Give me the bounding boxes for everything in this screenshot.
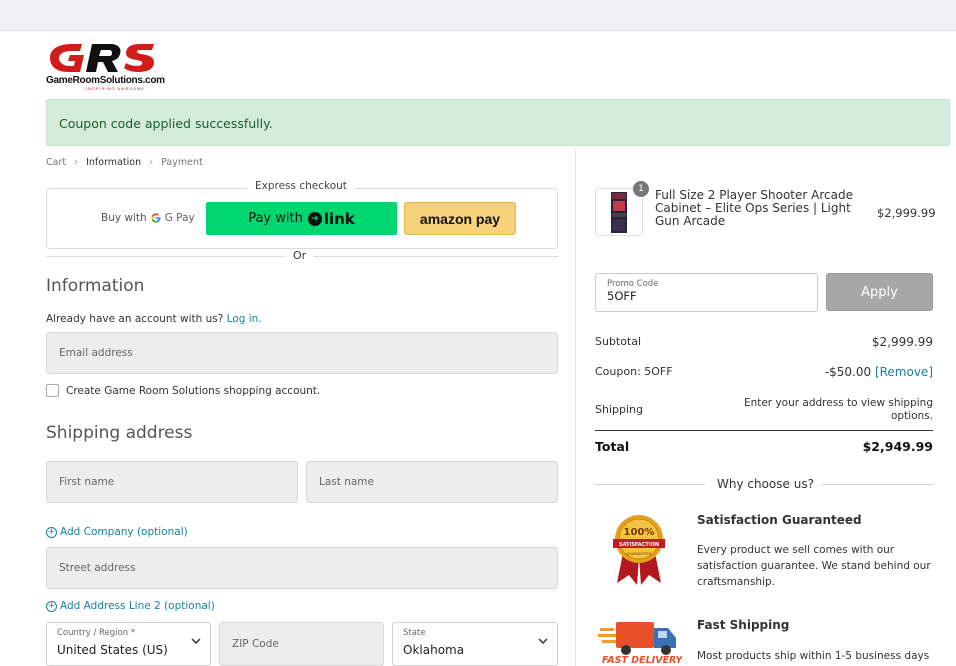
google-pay-button[interactable]: Buy with G Pay [101, 212, 195, 224]
express-checkout-legend: Express checkout [247, 180, 355, 192]
add-address-line2-link[interactable]: + Add Address Line 2 (optional) [46, 600, 215, 612]
create-account-label[interactable]: Create Game Room Solutions shopping acco… [66, 385, 320, 397]
coupon-label: Coupon: 5OFF [595, 365, 673, 378]
last-name-field[interactable]: Last name [306, 461, 558, 503]
first-name-field[interactable]: First name [46, 461, 298, 503]
remove-coupon-link[interactable]: [Remove] [875, 365, 933, 379]
why-choose-heading: Why choose us? [717, 477, 814, 491]
total-divider [595, 430, 933, 431]
coupon-success-alert: Coupon code applied successfully. [46, 99, 950, 146]
breadcrumb-cart[interactable]: Cart [46, 157, 66, 168]
email-placeholder: Email address [59, 347, 133, 359]
why-divider-left [595, 484, 705, 485]
amazon-pay-label: amazon pay [419, 210, 501, 227]
apply-promo-button[interactable]: Apply [826, 273, 933, 311]
add-line2-label: Add Address Line 2 (optional) [60, 600, 215, 612]
country-value: United States (US) [57, 643, 168, 657]
email-field[interactable]: Email address [46, 332, 558, 374]
chevron-down-icon [191, 638, 201, 645]
state-value: Oklahoma [403, 643, 465, 657]
promo-value: 5OFF [607, 289, 637, 303]
column-divider [575, 148, 576, 666]
badge-bottom-text: GUARANTEED [627, 552, 652, 556]
chevron-down-icon [538, 638, 548, 645]
coupon-amount: -$50.00 [Remove] [825, 365, 933, 379]
promo-code-input[interactable]: Promo Code 5OFF [595, 273, 818, 312]
gpay-prefix: Buy with [101, 212, 147, 224]
subtotal-row: Subtotal $2,999.99 [595, 335, 933, 349]
why-divider-right [822, 484, 933, 485]
country-select[interactable]: Country / Region * United States (US) [46, 622, 211, 666]
subtotal-label: Subtotal [595, 335, 642, 348]
zip-code-field[interactable]: ZIP Code [219, 622, 384, 666]
breadcrumb: Cart › Information › Payment [46, 157, 203, 168]
feature-desc-satisfaction: Every product we sell comes with our sat… [697, 544, 931, 588]
account-prompt: Already have an account with us? Log in. [46, 313, 262, 325]
amazon-pay-button[interactable]: amazon pay [404, 202, 516, 235]
chevron-right-icon: › [149, 157, 154, 168]
state-label: State [403, 628, 426, 638]
last-name-placeholder: Last name [319, 476, 374, 488]
product-price: $2,999.99 [877, 206, 936, 220]
create-account-checkbox[interactable] [46, 384, 59, 397]
promo-label: Promo Code [607, 279, 659, 289]
information-heading: Information [46, 276, 145, 296]
feature-title-satisfaction: Satisfaction Guaranteed [697, 513, 862, 527]
link-prefix: Pay with [248, 211, 303, 226]
zip-placeholder: ZIP Code [232, 638, 279, 650]
coupon-row: Coupon: 5OFF -$50.00 [Remove] [595, 365, 933, 379]
satisfaction-guarantee-badge: 100% SATISFACTION GUARANTEED [613, 515, 665, 585]
total-label: Total [595, 439, 630, 454]
shipping-heading: Shipping address [46, 423, 193, 443]
breadcrumb-payment: Payment [161, 157, 203, 168]
or-text: Or [285, 249, 315, 262]
shipping-note: Enter your address to view shipping opti… [743, 397, 933, 422]
coupon-value: -$50.00 [824, 365, 872, 379]
add-company-link[interactable]: + Add Company (optional) [46, 526, 188, 538]
fast-delivery-text: FAST DELIVERY [602, 655, 682, 666]
arcade-cabinet-image [611, 192, 627, 233]
feature-title-shipping: Fast Shipping [697, 618, 790, 632]
gpay-label: G Pay [164, 212, 195, 224]
badge-mid-text: SATISFACTION [619, 542, 659, 548]
browser-top-bar [0, 0, 956, 31]
logo-wordmark: GameRoomSolutions.com [46, 75, 165, 86]
state-select[interactable]: State Oklahoma [392, 622, 558, 666]
account-prompt-text: Already have an account with us? [46, 313, 224, 325]
plus-circle-icon: + [46, 526, 57, 538]
arrow-right-icon: ➜ [307, 211, 322, 226]
country-label: Country / Region * [57, 628, 136, 638]
logo-tagline: INSPIRING AWESOME [86, 86, 146, 91]
total-row: Total $2,949.99 [595, 439, 933, 454]
first-name-placeholder: First name [59, 476, 115, 488]
login-link[interactable]: Log in. [227, 313, 262, 325]
google-g-icon [151, 213, 161, 223]
link-logo: ➜ link [307, 209, 355, 228]
plus-circle-icon: + [46, 600, 57, 612]
breadcrumb-information: Information [86, 157, 142, 168]
feature-desc-shipping: Most products ship within 1-5 business d… [697, 650, 930, 662]
badge-top-text: 100% [624, 527, 655, 538]
fast-delivery-truck-icon: FAST DELIVERY [598, 622, 682, 666]
pay-with-link-button[interactable]: Pay with ➜ link [206, 202, 397, 235]
shipping-row: Shipping Enter your address to view ship… [595, 397, 933, 423]
subtotal-value: $2,999.99 [871, 335, 933, 349]
site-logo[interactable]: GameRoomSolutions.com INSPIRING AWESOME [46, 42, 165, 91]
grs-logo-mark [50, 44, 154, 72]
shipping-label: Shipping [595, 403, 643, 416]
link-label: link [323, 209, 355, 228]
chevron-right-icon: › [74, 157, 79, 168]
item-quantity-badge: 1 [633, 181, 649, 197]
total-value: $2,949.99 [862, 439, 933, 454]
product-name: Full Size 2 Player Shooter Arcade Cabine… [655, 188, 853, 228]
add-company-label: Add Company (optional) [60, 526, 188, 538]
street-placeholder: Street address [59, 562, 136, 574]
street-address-field[interactable]: Street address [46, 547, 558, 589]
